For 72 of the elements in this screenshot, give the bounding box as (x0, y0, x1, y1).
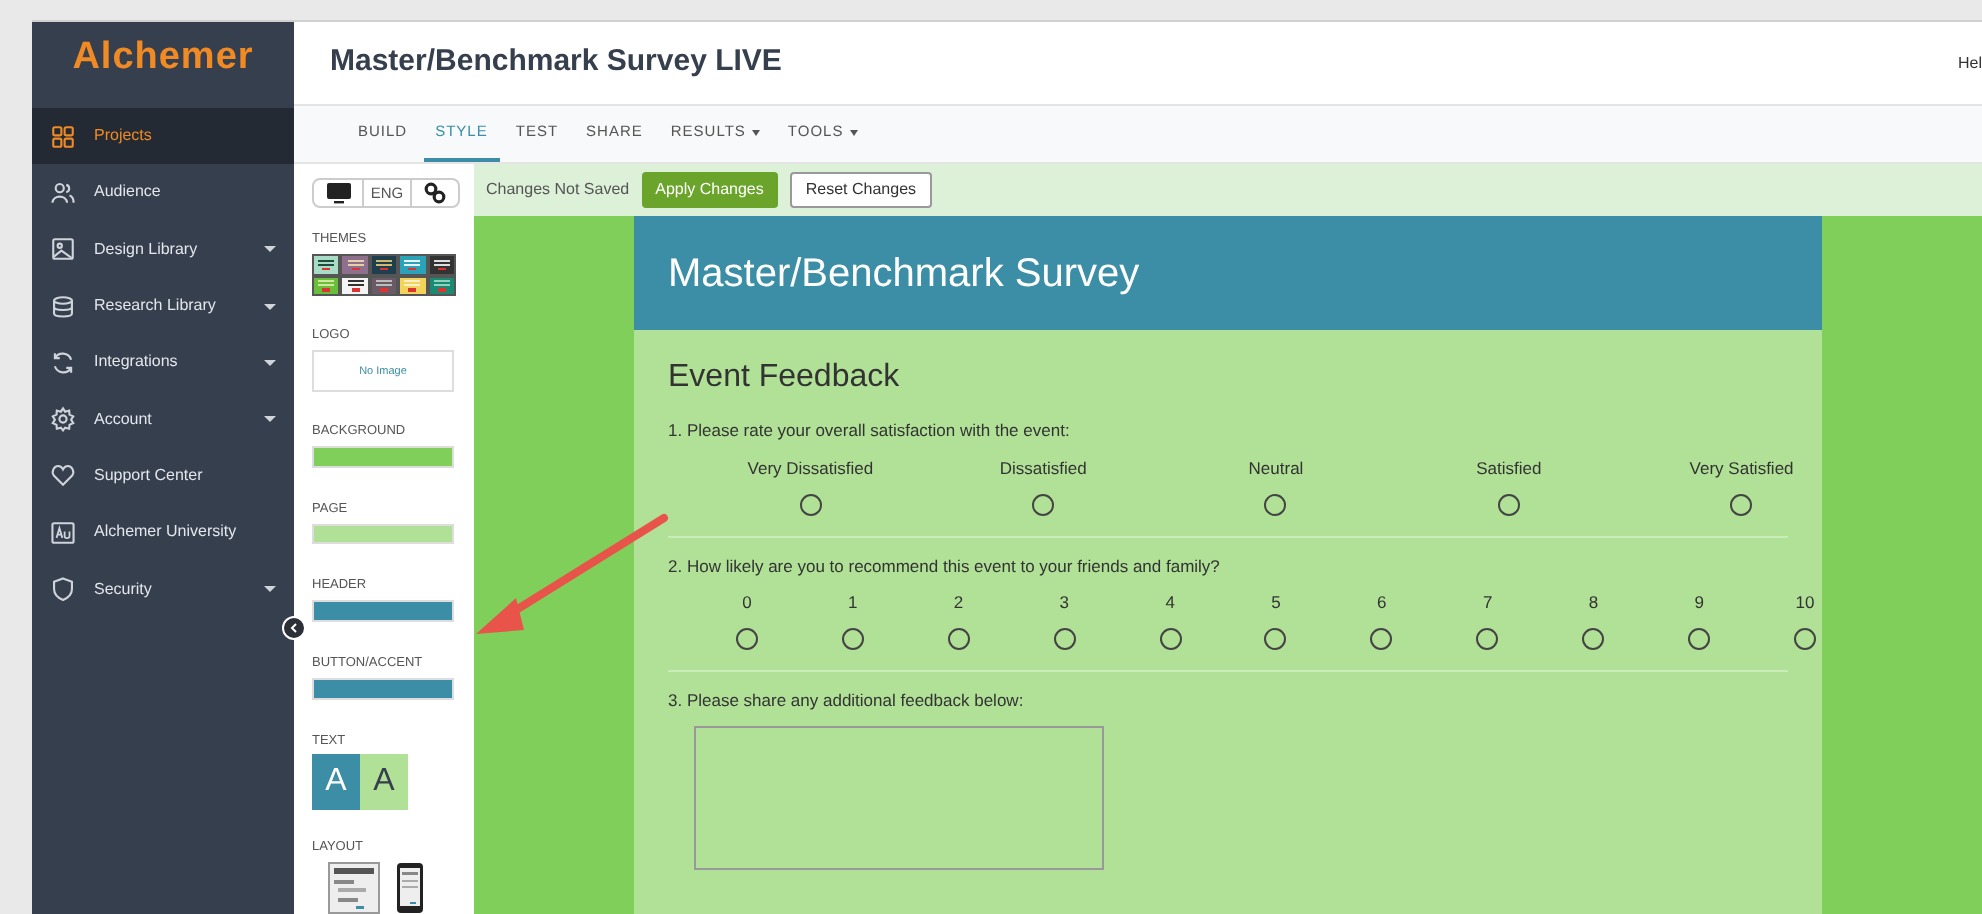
radio-button[interactable] (735, 628, 758, 650)
option-label: 9 (1694, 590, 1704, 616)
option-label: 0 (742, 590, 752, 616)
grid-icon (50, 123, 76, 150)
sidebar-item[interactable]: Alchemer University (32, 504, 294, 561)
page-title: Event Feedback (668, 358, 902, 398)
radio-button[interactable] (1159, 628, 1182, 650)
reset-button[interactable]: Reset Changes (789, 172, 933, 208)
radio-button[interactable] (1264, 493, 1287, 515)
text-color-sample[interactable]: A (360, 754, 408, 811)
save-status: Changes Not Saved (486, 178, 630, 202)
people-icon (50, 179, 76, 206)
shield-icon (50, 576, 76, 603)
option-label: Satisfied (1476, 455, 1542, 481)
question-text: 2. How likely are you to recommend this event to your friends and family? (668, 553, 1222, 579)
database-icon (50, 293, 76, 320)
radio-button[interactable] (1370, 628, 1393, 650)
radio-button[interactable] (841, 628, 864, 650)
question-text: 3. Please share any additional feedback below: (668, 688, 1026, 714)
option-label: 1 (847, 590, 858, 616)
radio-button[interactable] (1730, 493, 1753, 515)
radio-button[interactable] (1497, 493, 1520, 515)
color-swatch[interactable] (312, 523, 454, 545)
option-label: 6 (1377, 590, 1387, 616)
radio-button[interactable] (1582, 628, 1605, 650)
question-text: 1. Please rate your overall satisfaction with the event: (668, 418, 1072, 444)
option-label: Very Satisfied (1689, 455, 1794, 481)
option-label: Neutral (1248, 455, 1304, 481)
sidebar-item[interactable]: Account (32, 390, 294, 448)
radio-button[interactable] (1264, 628, 1287, 650)
theme-gallery[interactable] (312, 254, 456, 297)
radio-button[interactable] (1032, 493, 1055, 515)
sidebar-item[interactable]: Research Library (32, 277, 294, 335)
radio-button[interactable] (799, 493, 822, 515)
color-swatch[interactable] (312, 445, 454, 468)
option-label: 4 (1165, 590, 1175, 616)
color-swatch[interactable] (312, 677, 454, 700)
sidebar-item[interactable]: Projects (32, 108, 294, 165)
logo: Alchemer (70, 38, 256, 82)
sidebar-item[interactable]: Security (32, 560, 294, 618)
image-icon (50, 236, 76, 263)
link-icon (424, 182, 446, 205)
chevron-left-icon (288, 622, 300, 634)
text-color-sample[interactable]: A (312, 754, 360, 811)
option-label: Dissatisfied (999, 455, 1087, 481)
radio-button[interactable] (1476, 628, 1499, 650)
mobile-layout-icon[interactable] (396, 862, 424, 914)
radio-button[interactable] (1688, 628, 1711, 650)
sidebar-item[interactable]: Support Center (32, 447, 294, 505)
sync-icon (50, 349, 76, 376)
option-label: 3 (1059, 590, 1070, 616)
sidebar-item[interactable]: Audience (32, 164, 294, 222)
heart-icon (50, 462, 76, 489)
sidebar-item[interactable]: Design Library (32, 221, 294, 278)
option-label: 5 (1271, 590, 1281, 616)
desktop-layout-icon[interactable] (328, 862, 380, 914)
radio-button[interactable] (947, 628, 970, 650)
survey-header-title: Master/Benchmark Survey (668, 249, 1140, 299)
option-label: 7 (1482, 590, 1493, 616)
survey-title: Master/Benchmark Survey LIVE (330, 42, 782, 83)
option-label: Very Dissatisfied (747, 455, 874, 481)
monitor-icon (325, 182, 351, 205)
sidebar-item[interactable]: Integrations (32, 334, 294, 391)
option-label: 2 (953, 590, 964, 616)
au-badge-icon (50, 519, 76, 546)
radio-button[interactable] (1053, 628, 1076, 650)
settings-icon (50, 406, 76, 433)
option-label: 8 (1588, 590, 1599, 616)
option-label: 10 (1795, 590, 1815, 616)
radio-button[interactable] (1794, 628, 1817, 650)
color-swatch[interactable] (312, 600, 454, 622)
help-link[interactable]: Hel (1957, 51, 1982, 75)
